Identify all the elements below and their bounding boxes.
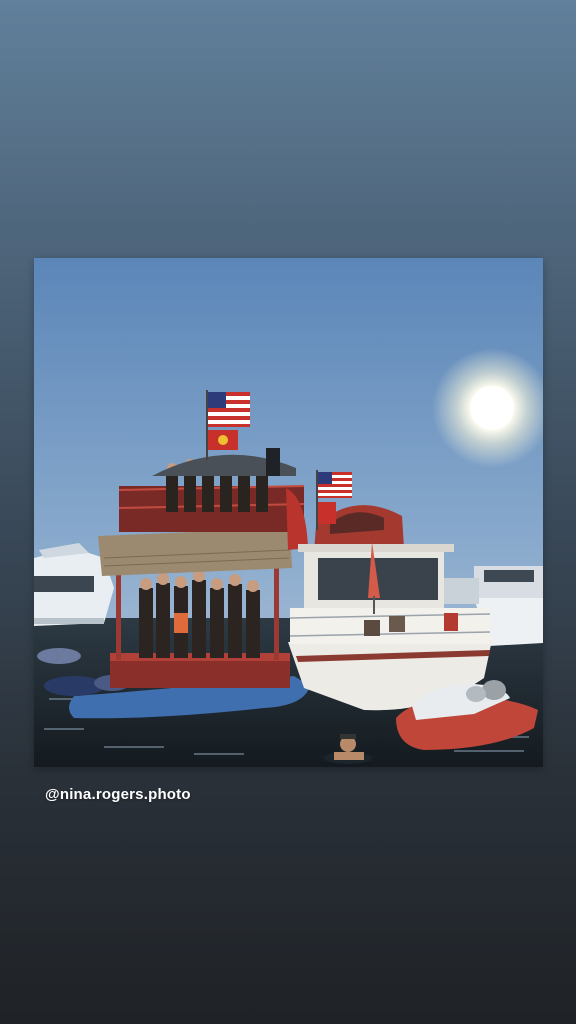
party-boat-photo (34, 258, 543, 767)
story-viewer[interactable]: @nina.rogers.photo (0, 0, 576, 1024)
photo-credit[interactable]: @nina.rogers.photo (45, 786, 191, 803)
sun (470, 386, 514, 430)
story-photo[interactable] (34, 258, 543, 767)
us-flag-1 (208, 392, 250, 427)
